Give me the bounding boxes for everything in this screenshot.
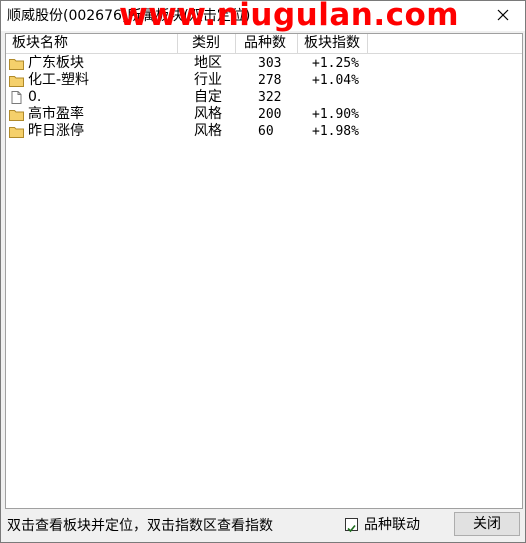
table-row[interactable]: 广东板块 地区 303 +1.25% xyxy=(6,55,522,72)
title-bar: 顺威股份(002676)所属板块(双击定位) www.niugulan.com xyxy=(1,0,525,33)
status-hint: 双击查看板块并定位，双击指数区查看指数 xyxy=(7,518,273,534)
cell-index: +1.25% xyxy=(312,56,359,71)
status-bar: 双击查看板块并定位，双击指数区查看指数 品种联动 关闭 xyxy=(1,509,525,542)
cell-index: +1.98% xyxy=(312,124,359,139)
cell-count: 322 xyxy=(258,90,282,105)
cell-count: 303 xyxy=(258,56,282,71)
cell-category: 自定 xyxy=(194,89,222,105)
cell-index: +1.04% xyxy=(312,73,359,88)
link-checkbox[interactable] xyxy=(345,518,358,533)
cell-count: 200 xyxy=(258,107,282,122)
table-row[interactable]: 化工-塑料 行业 278 +1.04% xyxy=(6,72,522,89)
close-icon[interactable] xyxy=(495,7,511,23)
column-header-name[interactable]: 板块名称 xyxy=(6,34,178,53)
column-header-count[interactable]: 品种数 xyxy=(236,34,298,53)
cell-category: 地区 xyxy=(194,55,222,71)
cell-category: 风格 xyxy=(194,123,222,139)
table-row[interactable]: 高市盈率 风格 200 +1.90% xyxy=(6,106,522,123)
cell-name: 高市盈率 xyxy=(28,106,84,122)
link-checkbox-label[interactable]: 品种联动 xyxy=(364,516,420,534)
table-row[interactable]: 昨日涨停 风格 60 +1.98% xyxy=(6,123,522,140)
cell-name: 0. xyxy=(28,89,42,105)
check-icon xyxy=(347,524,356,533)
list-header: 板块名称 类别 品种数 板块指数 xyxy=(6,34,522,54)
column-header-category[interactable]: 类别 xyxy=(178,34,236,53)
watermark: www.niugulan.com xyxy=(119,0,460,33)
cell-name: 广东板块 xyxy=(28,55,84,71)
cell-count: 60 xyxy=(258,124,274,139)
close-button[interactable]: 关闭 xyxy=(454,512,520,536)
table-row[interactable]: 0. 自定 322 xyxy=(6,89,522,106)
cell-index: +1.90% xyxy=(312,107,359,122)
dialog-window: 顺威股份(002676)所属板块(双击定位) www.niugulan.com … xyxy=(0,0,526,543)
cell-name: 化工-塑料 xyxy=(28,72,90,88)
column-header-index[interactable]: 板块指数 xyxy=(298,34,368,53)
cell-count: 278 xyxy=(258,73,282,88)
cell-category: 风格 xyxy=(194,106,222,122)
cell-category: 行业 xyxy=(194,72,222,88)
sector-list[interactable]: 板块名称 类别 品种数 板块指数 广东板块 地区 303 +1.25% 化工-塑料 行业 2… xyxy=(5,33,523,509)
cell-name: 昨日涨停 xyxy=(28,123,84,139)
